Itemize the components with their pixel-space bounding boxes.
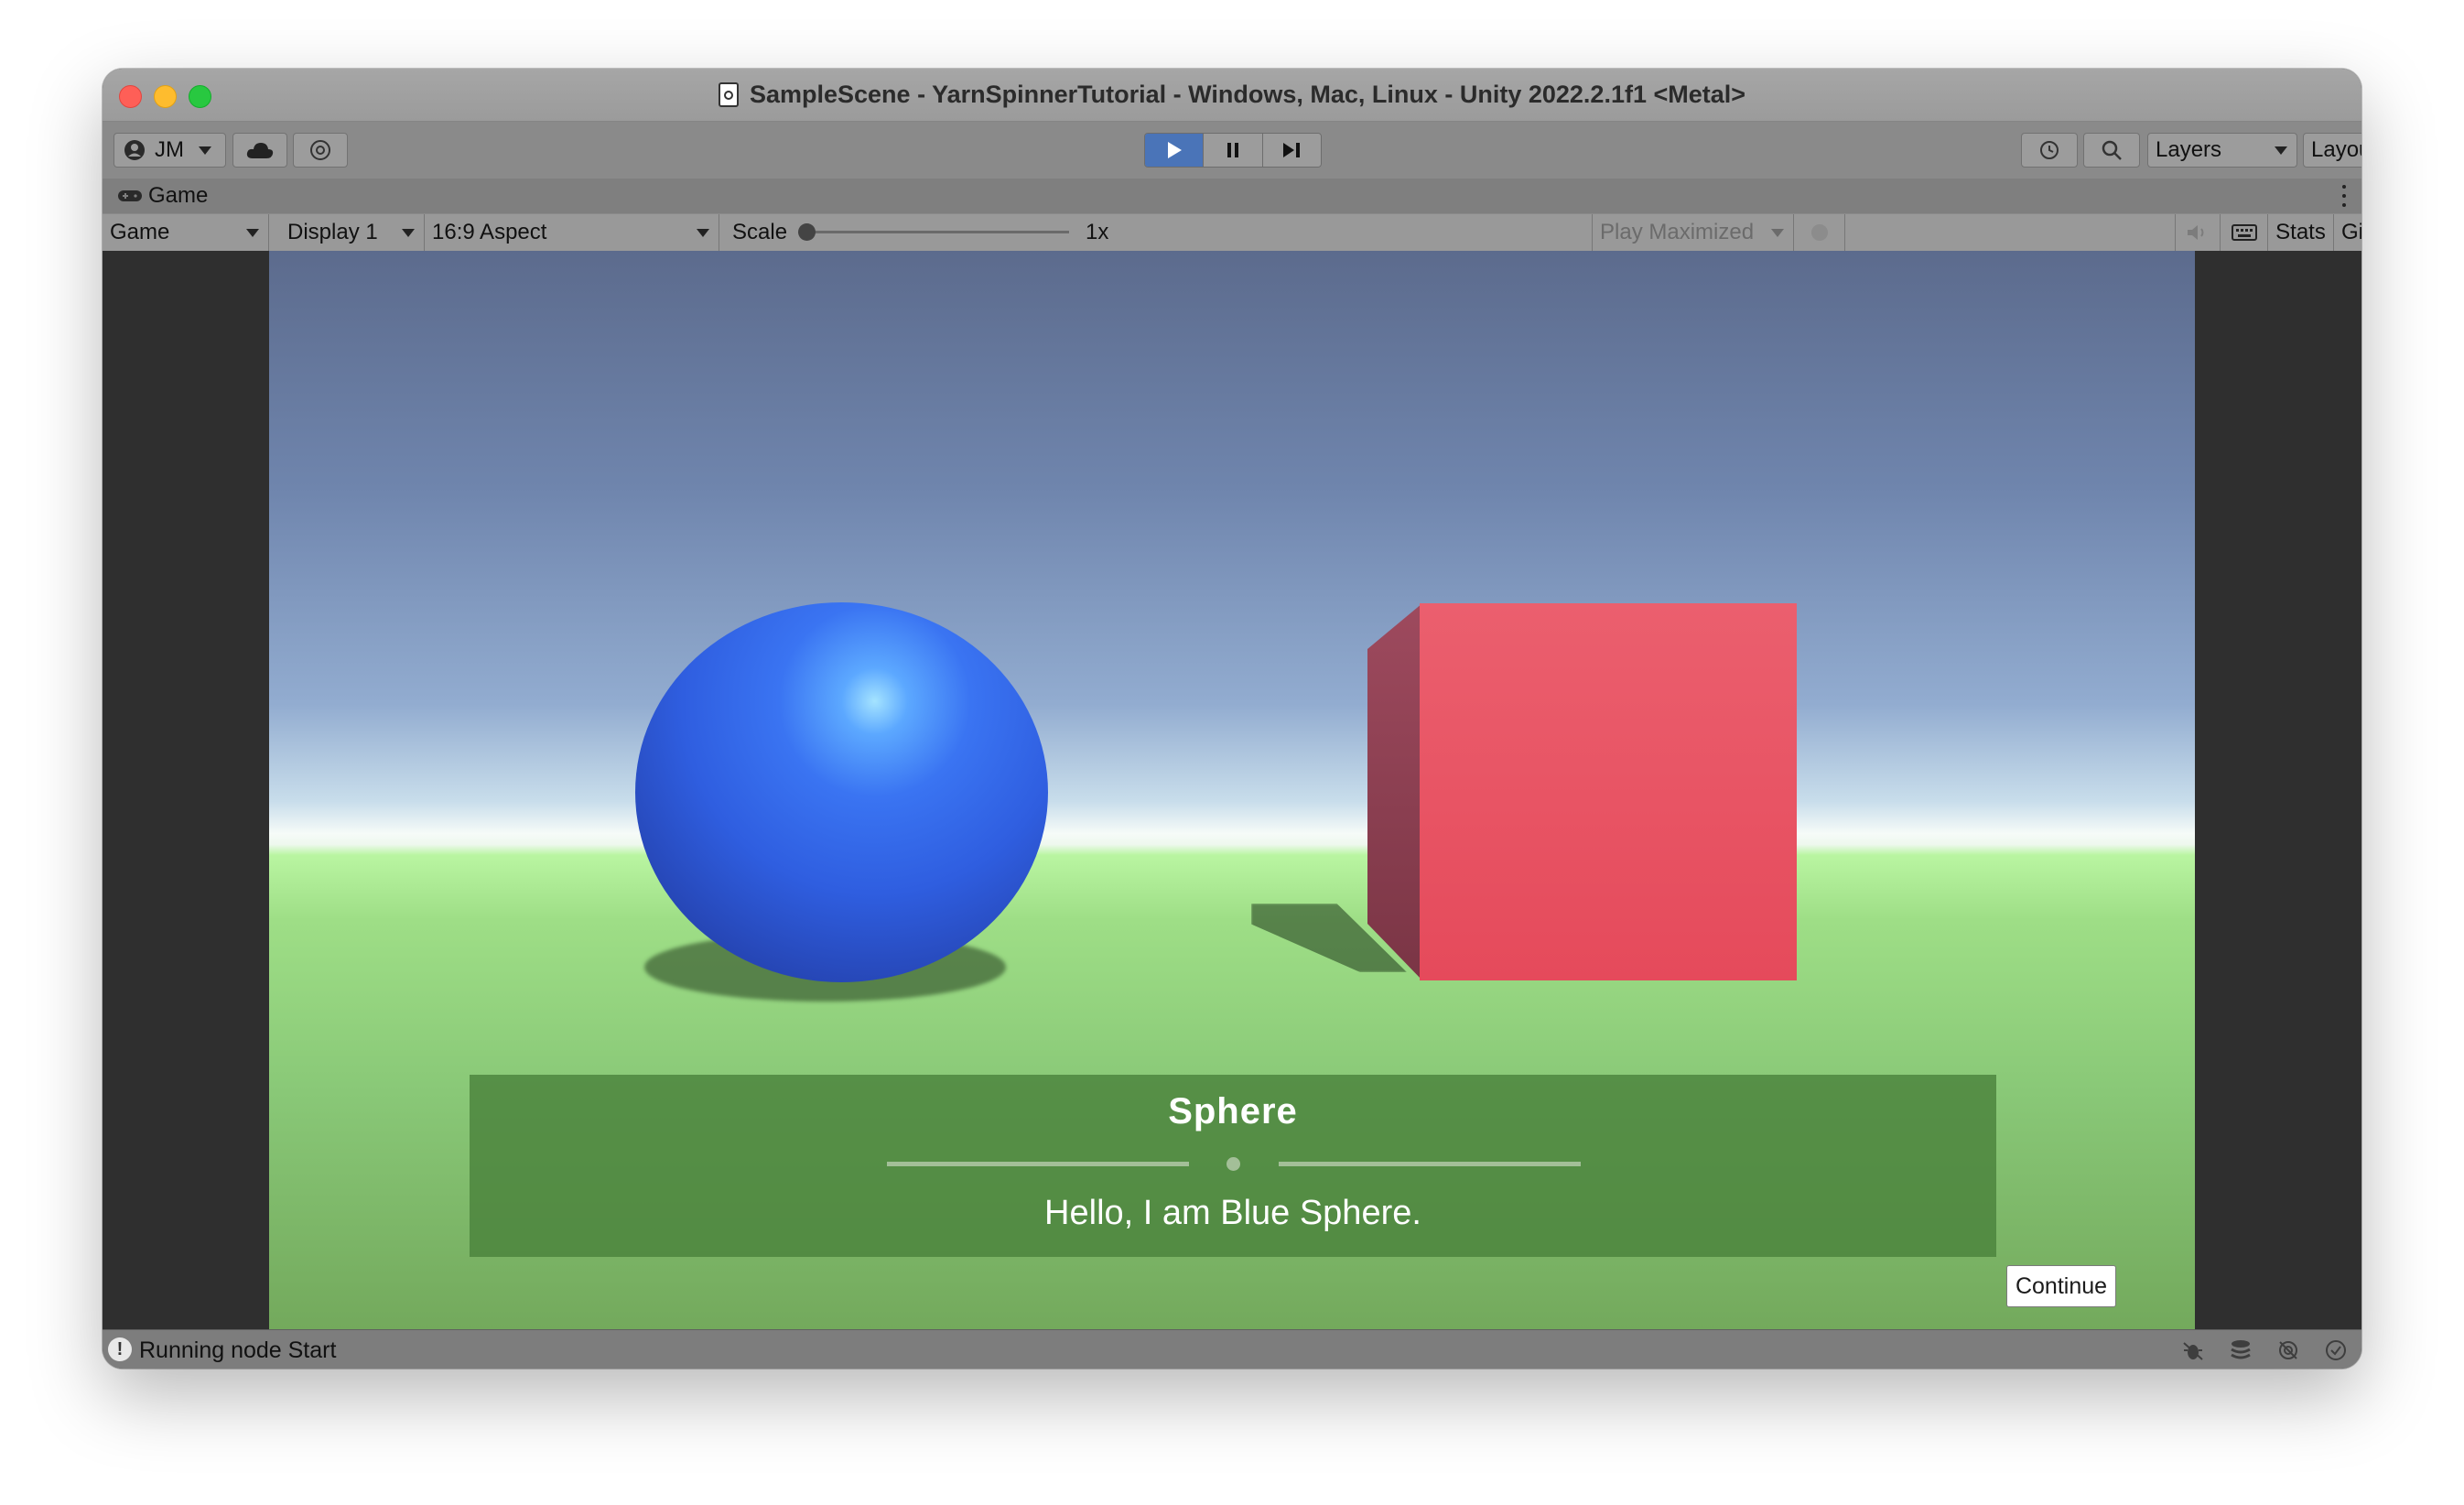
layout-label: Layout [2311,137,2361,162]
play-maximized-label: Play Maximized [1600,220,1755,244]
layout-dropdown[interactable]: Layout [2303,133,2361,168]
chevron-down-icon [2275,146,2287,155]
cloud-button[interactable] [232,133,287,168]
main-toolbar: JM Layers Layo [103,122,2361,179]
divider-left [887,1162,1189,1166]
dialogue-box: Sphere Hello, I am Blue Sphere. [470,1075,1996,1257]
chevron-down-icon [1771,229,1784,237]
chevron-down-icon [697,229,709,237]
stats-label: Stats [2275,220,2326,244]
window-title: SampleScene - YarnSpinnerTutorial - Wind… [749,81,1746,108]
aspect-label: 16:9 Aspect [432,220,547,244]
tab-game[interactable]: Game [117,179,208,213]
scale-control: Scale 1x [719,214,1593,251]
person-icon [124,140,145,160]
display-dropdown[interactable]: Display 1 [269,214,425,251]
play-button[interactable] [1145,134,1205,167]
collab-button[interactable] [293,133,348,168]
cloud-icon [246,143,274,158]
speaker-icon [2188,225,2204,240]
panel-tab-bar: Game [103,179,2361,213]
circle-icon [1810,224,1828,241]
history-icon [2040,141,2059,159]
playmode-controls [1144,133,1322,168]
play-icon [1167,142,1182,158]
view-mode-label: Game [110,220,170,244]
gamepad-icon [118,190,142,201]
layers-stack-icon[interactable] [2228,1337,2253,1363]
play-maximized-dropdown[interactable]: Play Maximized [1593,214,1794,251]
pause-button[interactable] [1204,134,1263,167]
tab-game-label: Game [148,183,209,208]
game-view: Sphere Hello, I am Blue Sphere. Continue [103,251,2361,1330]
pause-icon [1227,143,1238,157]
warning-icon: ! [108,1337,132,1361]
divider-dot [1227,1157,1240,1171]
check-circle-icon[interactable] [2323,1337,2349,1363]
scale-value: 1x [1086,220,1109,244]
red-cube-side [1367,603,1422,980]
panel-menu-icon[interactable] [2341,185,2347,207]
speaker-name: Sphere [1168,1091,1298,1131]
unity-editor-window: SampleScene - YarnSpinnerTutorial - Wind… [103,69,2361,1369]
visibility-off-icon[interactable] [2275,1337,2301,1363]
unity-document-icon [718,82,739,107]
gizmos-button[interactable]: Gizmos [2334,214,2361,251]
stats-button[interactable]: Stats [2268,214,2334,251]
game-scene-render[interactable]: Sphere Hello, I am Blue Sphere. Continue [269,251,2195,1330]
scale-slider[interactable] [798,223,1069,241]
scale-label: Scale [732,220,788,244]
continue-button[interactable]: Continue [2006,1265,2116,1307]
status-message[interactable]: Running node Start [139,1337,336,1364]
keyboard-button[interactable] [2221,214,2268,251]
focus-toggle[interactable] [1794,214,1845,251]
mute-audio-button[interactable] [2175,214,2221,251]
account-dropdown[interactable]: JM [113,133,226,168]
history-button[interactable] [2021,133,2078,168]
display-label: Display 1 [287,220,378,244]
layers-dropdown[interactable]: Layers [2147,133,2297,168]
aspect-dropdown[interactable]: 16:9 Aspect [425,214,719,251]
chevron-down-icon [246,229,259,237]
search-button[interactable] [2083,133,2140,168]
divider-right [1279,1162,1581,1166]
account-label: JM [155,137,184,162]
chevron-down-icon [402,229,415,237]
search-icon [2102,140,2122,160]
layers-label: Layers [2156,137,2222,162]
blue-sphere [635,602,1048,982]
dialogue-line: Hello, I am Blue Sphere. [1044,1194,1421,1232]
status-bar: ! Running node Start [103,1329,2361,1369]
game-view-toolbar: Game Display 1 16:9 Aspect Scale 1x Play… [103,213,2361,252]
collab-icon [310,140,330,160]
red-cube [1420,603,1797,980]
debug-icon[interactable] [2180,1337,2206,1363]
scale-slider-thumb[interactable] [798,223,816,241]
gizmos-label: Gizmos [2341,220,2361,244]
keyboard-icon [2231,224,2257,241]
step-icon [1283,143,1301,157]
view-mode-dropdown[interactable]: Game [103,214,269,251]
title-bar: SampleScene - YarnSpinnerTutorial - Wind… [103,69,2361,122]
chevron-down-icon [199,146,211,155]
step-button[interactable] [1262,134,1321,167]
